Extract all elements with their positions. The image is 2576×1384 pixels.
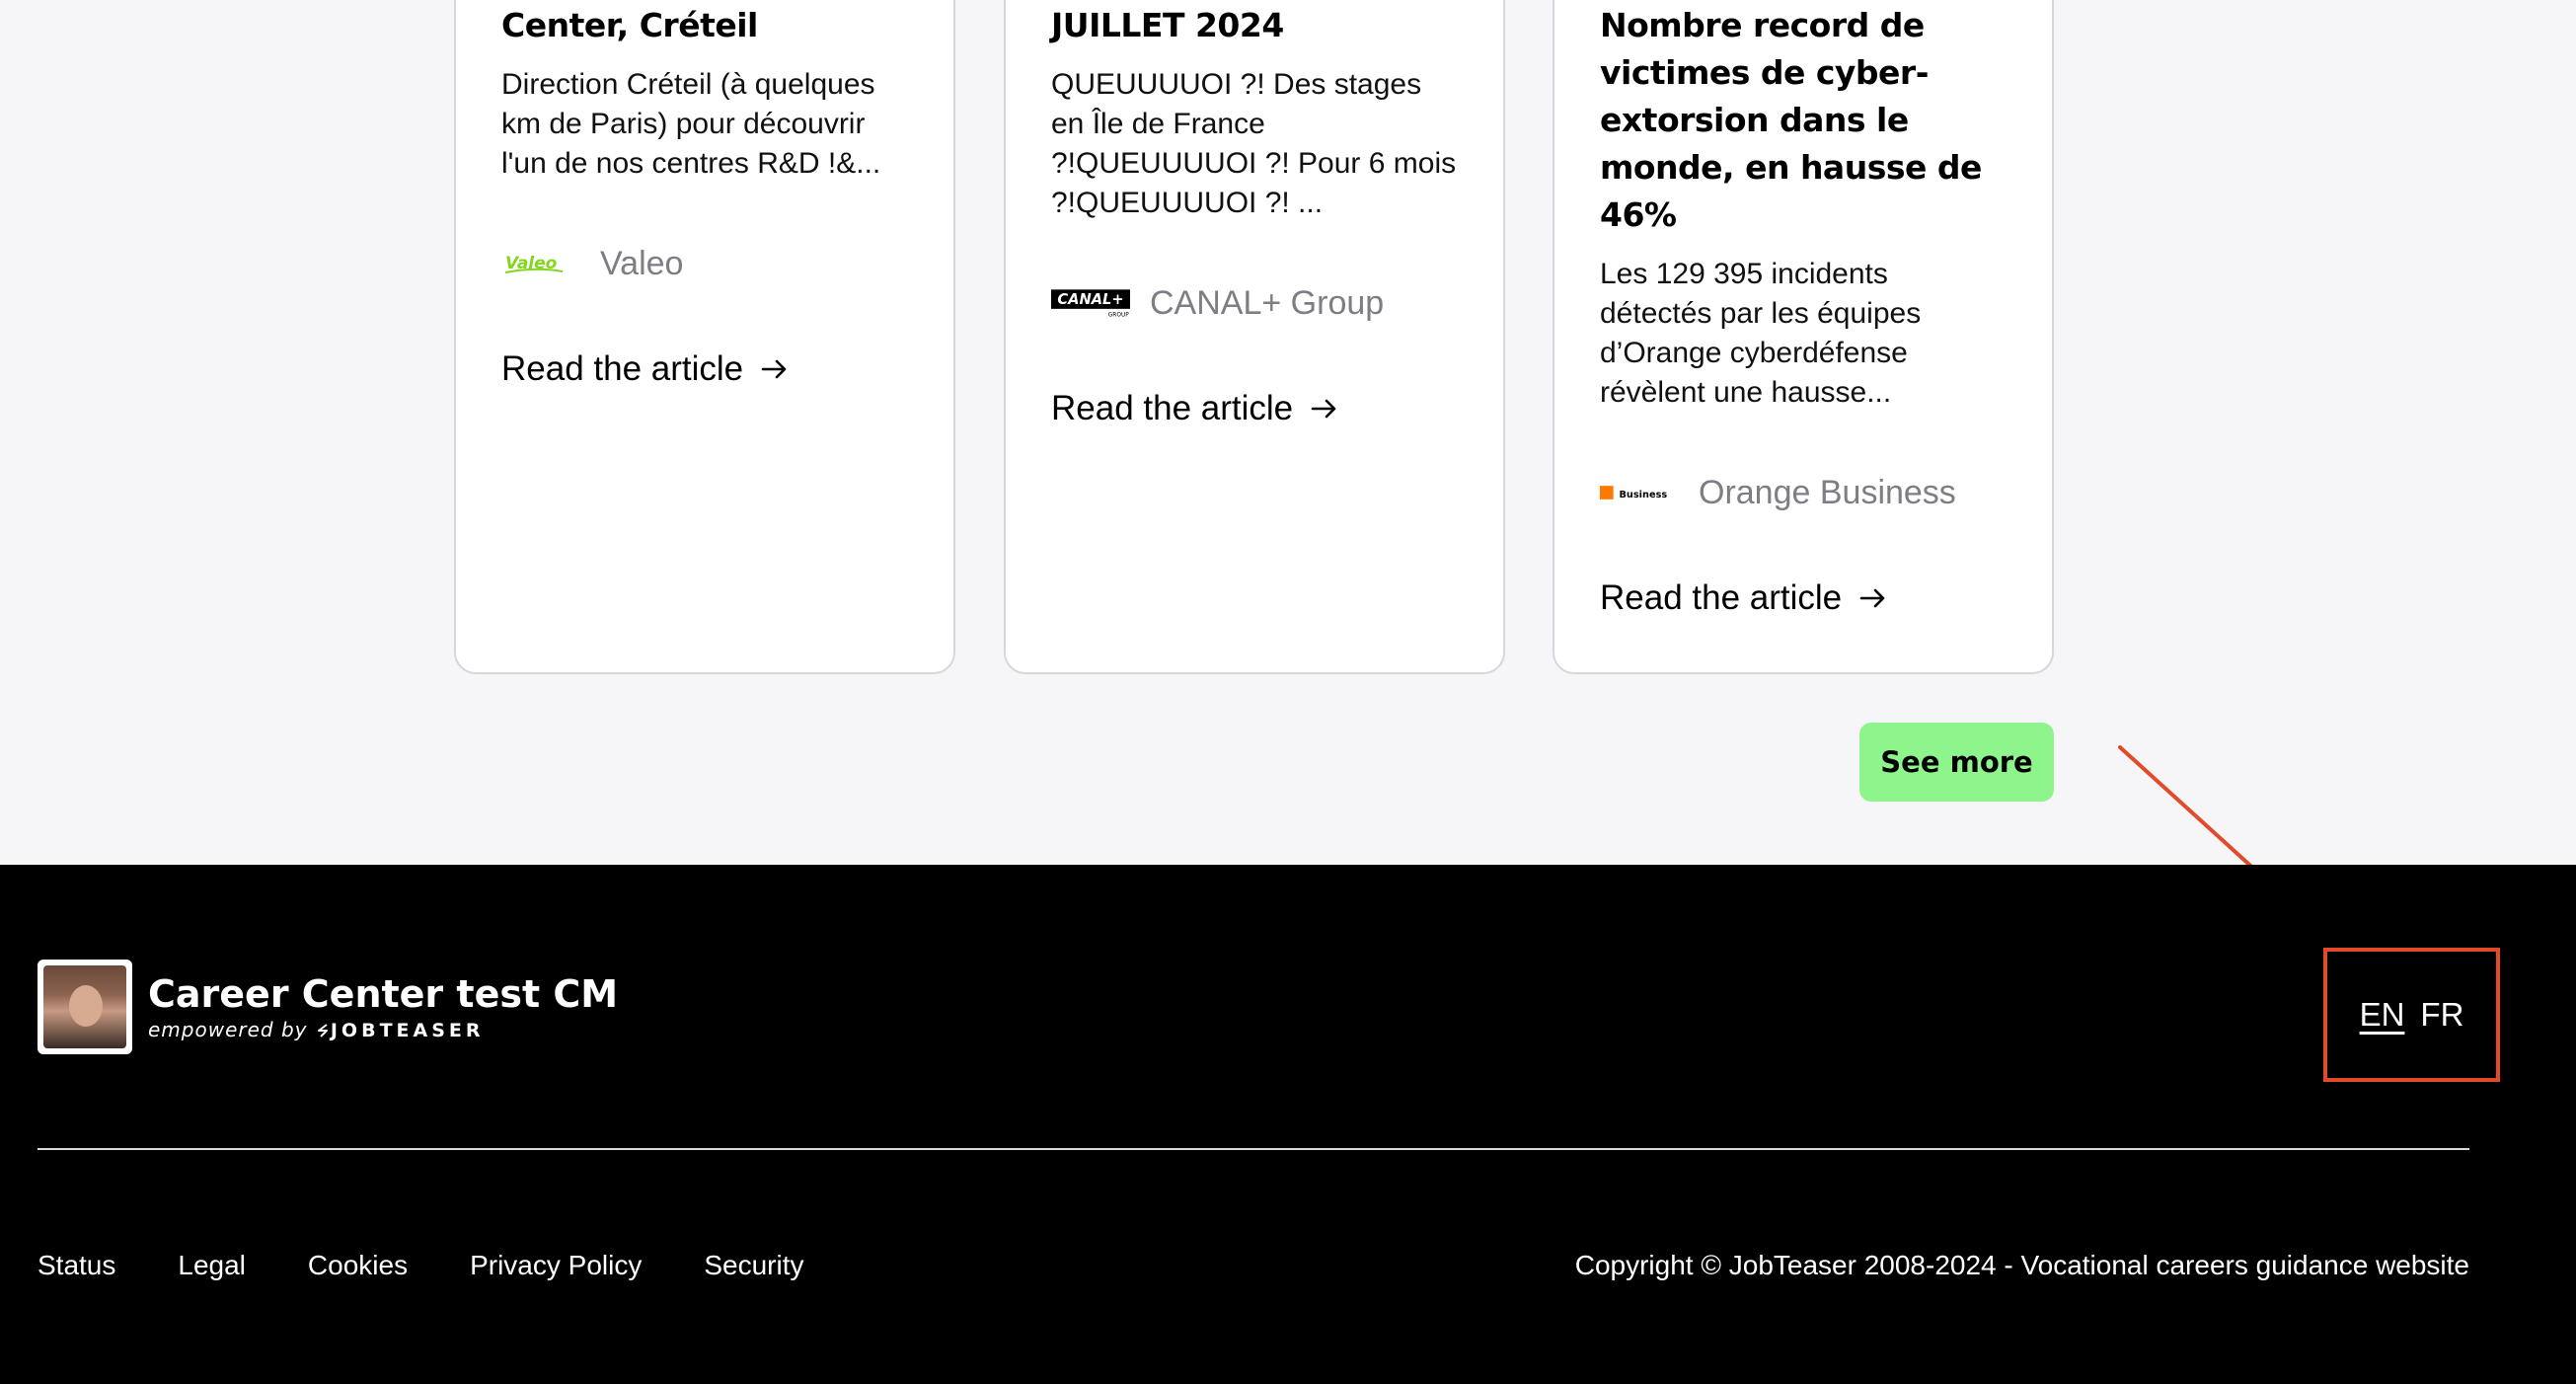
- company-name: Valeo: [600, 244, 684, 282]
- empowered-by-text: empowered by: [148, 1018, 308, 1041]
- footer: Career Center test CM empowered by JOBTE…: [0, 865, 2576, 1384]
- brand-tagline: empowered by JOBTEASER: [148, 1018, 618, 1041]
- avatar: [38, 960, 132, 1054]
- article-title[interactable]: Center, Créteil: [501, 2, 908, 49]
- brand-name: Career Center test CM: [148, 972, 619, 1016]
- article-title[interactable]: JUILLET 2024: [1051, 2, 1458, 49]
- footer-link-cookies[interactable]: Cookies: [308, 1250, 408, 1281]
- jobteaser-logo: JOBTEASER: [315, 1020, 485, 1041]
- language-fr[interactable]: FR: [2420, 996, 2463, 1034]
- orange-business-logo: Business: [1600, 473, 1679, 512]
- see-more-button[interactable]: See more: [1859, 723, 2054, 802]
- language-switcher: EN FR: [2323, 948, 2500, 1082]
- read-article-link[interactable]: Read the article: [501, 349, 908, 389]
- valeo-logo: Valeo: [501, 244, 580, 283]
- language-en[interactable]: EN: [2360, 996, 2405, 1034]
- footer-link-privacy-policy[interactable]: Privacy Policy: [470, 1250, 642, 1281]
- read-article-label: Read the article: [1051, 389, 1294, 427]
- article-excerpt: Les 129 395 incidents détectés par les é…: [1600, 258, 1922, 409]
- arrow-right-icon: [761, 357, 789, 381]
- article-excerpt: QUEUUUUOI ?! Des stages en Île de France…: [1051, 68, 1457, 219]
- company-name: CANAL+ Group: [1150, 283, 1385, 322]
- svg-text:GROUP: GROUP: [1108, 313, 1129, 319]
- divider: [38, 1148, 2469, 1150]
- canal-plus-logo: CANAL+ GROUP: [1051, 283, 1130, 323]
- article-card[interactable]: Nombre record de victimes de cyber-extor…: [1553, 0, 2054, 674]
- read-article-link[interactable]: Read the article: [1051, 389, 1458, 428]
- read-article-label: Read the article: [1600, 578, 1843, 617]
- arrow-right-icon: [1859, 586, 1887, 610]
- read-article-link[interactable]: Read the article: [1600, 578, 2007, 618]
- company-info: Valeo Valeo: [501, 239, 908, 288]
- footer-links: Status Legal Cookies Privacy Policy Secu…: [38, 1250, 867, 1281]
- read-article-label: Read the article: [501, 349, 744, 388]
- company-info: Business Orange Business: [1600, 468, 2007, 517]
- svg-text:Business: Business: [1620, 490, 1668, 500]
- svg-text:CANAL+: CANAL+: [1057, 291, 1123, 308]
- copyright: Copyright © JobTeaser 2008-2024 - Vocati…: [1574, 1250, 2469, 1280]
- articles-section: Center, Créteil Direction Créteil (à que…: [0, 0, 2576, 929]
- company-name: Orange Business: [1699, 473, 1956, 511]
- company-info: CANAL+ GROUP CANAL+ Group: [1051, 278, 1458, 328]
- article-title[interactable]: Nombre record de victimes de cyber-extor…: [1600, 2, 2007, 239]
- article-card[interactable]: JUILLET 2024 QUEUUUUOI ?! Des stages en …: [1004, 0, 1505, 674]
- footer-link-security[interactable]: Security: [704, 1250, 803, 1281]
- career-center-brand[interactable]: Career Center test CM empowered by JOBTE…: [38, 960, 618, 1054]
- article-excerpt: Direction Créteil (à quelques km de Pari…: [501, 68, 881, 180]
- article-card[interactable]: Center, Créteil Direction Créteil (à que…: [454, 0, 955, 674]
- footer-link-legal[interactable]: Legal: [178, 1250, 246, 1281]
- footer-link-status[interactable]: Status: [38, 1250, 115, 1281]
- arrow-right-icon: [1311, 397, 1338, 421]
